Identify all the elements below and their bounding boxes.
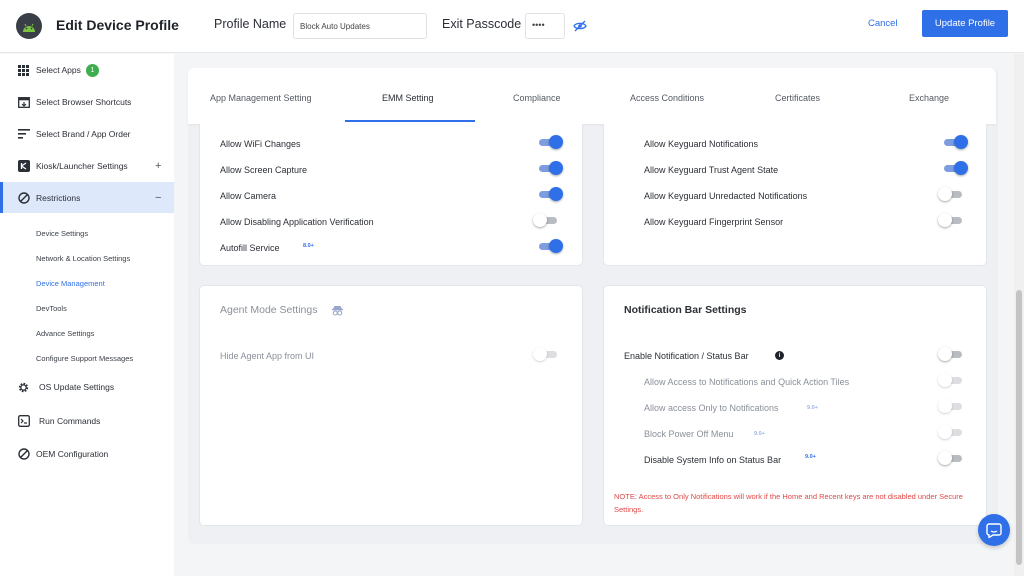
sidebar-subitem-advance-settings[interactable]: Advance Settings xyxy=(36,329,94,338)
tab-exchange[interactable]: Exchange xyxy=(909,93,949,103)
chat-bubble-icon xyxy=(986,522,1002,538)
autofill-service-toggle[interactable] xyxy=(537,238,563,254)
tab-emm-setting[interactable]: EMM Setting xyxy=(382,93,434,103)
sidebar-item-label: Select Browser Shortcuts xyxy=(36,97,132,107)
block-icon xyxy=(17,191,30,204)
kiosk-icon xyxy=(17,160,30,173)
gear-icon xyxy=(17,381,30,394)
block-power-off-menu-toggle[interactable] xyxy=(938,424,964,440)
agent-spy-icon xyxy=(332,306,343,316)
sidebar-item-label: OEM Configuration xyxy=(36,449,109,459)
page-title: Edit Device Profile xyxy=(56,17,179,33)
block-power-off-menu-label: Block Power Off Menu xyxy=(644,429,734,439)
settings-tabs: App Management Setting EMM Setting Compl… xyxy=(188,68,996,124)
allow-camera-toggle[interactable] xyxy=(537,186,563,202)
emm-right-card: Allow Keyguard Notifications Allow Keygu… xyxy=(603,124,987,266)
sidebar-item-label: OS Update Settings xyxy=(39,382,115,392)
disable-system-info-status-bar-toggle[interactable] xyxy=(938,450,964,466)
notification-bar-title: Notification Bar Settings xyxy=(624,304,747,316)
sidebar-subitem-network-location[interactable]: Network & Location Settings xyxy=(36,254,130,263)
eye-slash-icon[interactable] xyxy=(573,20,587,32)
cancel-button[interactable]: Cancel xyxy=(868,18,898,29)
allow-screen-capture-label: Allow Screen Capture xyxy=(220,165,308,175)
sidebar-item-oem-configuration[interactable]: OEM Configuration xyxy=(0,438,174,470)
chat-support-button[interactable] xyxy=(978,514,1010,546)
allow-keyguard-fingerprint-label: Allow Keyguard Fingerprint Sensor xyxy=(644,217,784,227)
update-profile-button[interactable]: Update Profile xyxy=(922,10,1008,37)
allow-keyguard-trust-agent-toggle[interactable] xyxy=(942,160,968,176)
grid-icon xyxy=(17,64,30,77)
sidebar-subitem-support-messages[interactable]: Configure Support Messages xyxy=(36,354,133,363)
allow-access-notifications-tiles-label: Allow Access to Notifications and Quick … xyxy=(644,377,850,387)
browser-icon xyxy=(17,96,30,109)
version-badge: 9.0+ xyxy=(754,431,765,437)
version-badge: 9.0+ xyxy=(807,405,818,411)
hide-agent-app-toggle[interactable] xyxy=(533,346,559,362)
active-tab-underline xyxy=(345,120,475,122)
count-badge: 1 xyxy=(86,63,99,77)
emm-left-card: Allow WiFi Changes Allow Screen Capture … xyxy=(199,124,583,266)
sidebar-item-label: Restrictions xyxy=(36,192,81,203)
tab-access-conditions[interactable]: Access Conditions xyxy=(630,93,704,103)
sidebar-subitem-devtools[interactable]: DevTools xyxy=(36,304,67,313)
sidebar-item-kiosk-launcher[interactable]: Kiosk/Launcher Settings + xyxy=(0,150,174,182)
allow-access-notifications-tiles-toggle[interactable] xyxy=(938,372,964,388)
autofill-service-label: Autofill Service xyxy=(220,243,280,253)
info-icon[interactable]: i xyxy=(775,351,784,360)
allow-keyguard-unredacted-toggle[interactable] xyxy=(938,186,964,202)
top-header: Edit Device Profile Profile Name Block A… xyxy=(0,0,1024,53)
collapse-minus-icon[interactable]: − xyxy=(155,192,161,204)
tab-compliance[interactable]: Compliance xyxy=(513,93,561,103)
allow-screen-capture-toggle[interactable] xyxy=(537,160,563,176)
android-logo-icon xyxy=(16,13,42,39)
hide-agent-app-label: Hide Agent App from UI xyxy=(220,351,315,361)
sidebar-item-label: Select Brand / App Order xyxy=(36,129,131,139)
profile-name-input[interactable]: Block Auto Updates xyxy=(293,13,427,39)
version-badge: 9.0+ xyxy=(805,454,816,460)
sidebar-item-label: Kiosk/Launcher Settings xyxy=(36,161,128,171)
sidebar-item-label: Select Apps xyxy=(36,65,81,75)
sort-lines-icon xyxy=(17,128,30,141)
allow-wifi-changes-toggle[interactable] xyxy=(537,134,563,150)
allow-disabling-app-verification-label: Allow Disabling Application Verification xyxy=(220,217,374,227)
disable-system-info-status-bar-label: Disable System Info on Status Bar xyxy=(644,455,782,465)
agent-mode-title: Agent Mode Settings xyxy=(220,304,318,316)
sidebar-item-select-apps[interactable]: Select Apps 1 xyxy=(0,54,174,86)
enable-notification-status-bar-label: Enable Notification / Status Bar xyxy=(624,351,749,361)
sidebar-item-label: Run Commands xyxy=(39,416,101,426)
allow-keyguard-notifications-label: Allow Keyguard Notifications xyxy=(644,139,759,149)
allow-keyguard-trust-agent-label: Allow Keyguard Trust Agent State xyxy=(644,165,779,175)
allow-wifi-changes-label: Allow WiFi Changes xyxy=(220,139,301,149)
allow-camera-label: Allow Camera xyxy=(220,191,277,201)
terminal-icon xyxy=(17,415,30,428)
allow-disabling-app-verification-toggle[interactable] xyxy=(533,212,559,228)
sidebar-item-os-update[interactable]: OS Update Settings xyxy=(0,371,174,403)
sidebar-item-restrictions[interactable]: Restrictions − xyxy=(0,182,174,213)
sidebar-item-brand-app-order[interactable]: Select Brand / App Order xyxy=(0,118,174,150)
exit-passcode-input[interactable]: •••• xyxy=(525,13,565,39)
allow-keyguard-fingerprint-toggle[interactable] xyxy=(938,212,964,228)
sidebar-subitem-device-settings[interactable]: Device Settings xyxy=(36,229,88,238)
exit-passcode-label: Exit Passcode xyxy=(442,17,522,31)
allow-access-only-notifications-toggle[interactable] xyxy=(938,398,964,414)
sidebar-subitem-device-management[interactable]: Device Management xyxy=(36,279,105,288)
allow-keyguard-notifications-toggle[interactable] xyxy=(942,134,968,150)
notification-note: NOTE: Access to Only Notifications will … xyxy=(614,492,963,514)
enable-notification-status-bar-toggle[interactable] xyxy=(938,346,964,362)
version-badge: 8.0+ xyxy=(303,243,314,249)
tab-certificates[interactable]: Certificates xyxy=(775,93,820,103)
expand-plus-icon[interactable]: + xyxy=(155,160,161,172)
page-scrollbar-thumb[interactable] xyxy=(1016,290,1022,565)
allow-keyguard-unredacted-label: Allow Keyguard Unredacted Notifications xyxy=(644,191,808,201)
block-icon xyxy=(17,448,30,461)
tab-app-management[interactable]: App Management Setting xyxy=(210,93,312,103)
sidebar-item-browser-shortcuts[interactable]: Select Browser Shortcuts xyxy=(0,86,174,118)
allow-access-only-notifications-label: Allow access Only to Notifications xyxy=(644,403,779,413)
sidebar-item-run-commands[interactable]: Run Commands xyxy=(0,405,174,437)
profile-name-label: Profile Name xyxy=(214,17,287,31)
agent-mode-card: Agent Mode Settings Hide Agent App from … xyxy=(199,285,583,526)
sidebar: Select Apps 1 Select Browser Shortcuts S… xyxy=(0,54,174,576)
